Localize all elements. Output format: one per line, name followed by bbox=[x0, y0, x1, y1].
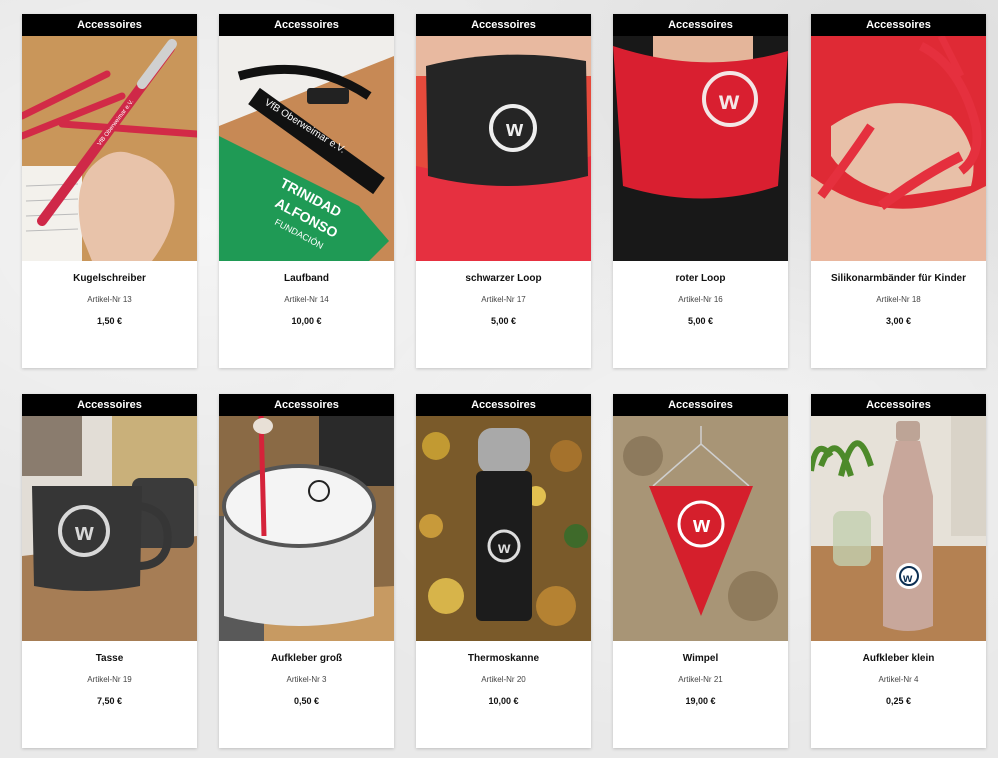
category-label: Accessoires bbox=[416, 14, 591, 36]
product-card-thermoskanne[interactable]: Accessoires w Thermoskanne Artikel-Nr 20… bbox=[416, 394, 591, 748]
product-grid: Accessoires VfB Oberweimar e.V. Kugelsch… bbox=[0, 0, 998, 758]
product-card-roter-loop[interactable]: Accessoires w roter Loop Artikel-Nr 16 5… bbox=[613, 14, 788, 368]
mug-photo[interactable]: w bbox=[22, 416, 197, 641]
category-label: Accessoires bbox=[219, 394, 394, 416]
black-loop-photo[interactable]: w bbox=[416, 36, 591, 261]
article-number: Artikel-Nr 4 bbox=[878, 675, 919, 684]
category-label: Accessoires bbox=[811, 394, 986, 416]
category-label: Accessoires bbox=[613, 394, 788, 416]
product-card-aufkleber-klein[interactable]: Accessoires w Aufkleber klein Artikel-Nr… bbox=[811, 394, 986, 748]
product-price: 3,00 € bbox=[885, 316, 912, 326]
product-name: Thermoskanne bbox=[467, 653, 540, 664]
svg-text:w: w bbox=[692, 512, 711, 537]
product-name: Tasse bbox=[95, 653, 124, 664]
product-price: 7,50 € bbox=[96, 696, 123, 706]
product-name: Silikonarmbänder für Kinder bbox=[830, 273, 967, 284]
red-loop-photo[interactable]: w bbox=[613, 36, 788, 261]
category-label: Accessoires bbox=[613, 14, 788, 36]
article-number: Artikel-Nr 17 bbox=[481, 295, 526, 304]
product-price: 0,50 € bbox=[293, 696, 320, 706]
category-label: Accessoires bbox=[416, 394, 591, 416]
wristband-photo[interactable] bbox=[811, 36, 986, 261]
category-label: Accessoires bbox=[22, 394, 197, 416]
lanyard-photo[interactable]: VfB Oberweimar e.V. TRINIDAD ALFONSO FUN… bbox=[219, 36, 394, 261]
product-name: Aufkleber klein bbox=[862, 653, 935, 664]
product-price: 0,25 € bbox=[885, 696, 912, 706]
product-name: Aufkleber groß bbox=[270, 653, 343, 664]
product-price: 5,00 € bbox=[490, 316, 517, 326]
svg-text:w: w bbox=[505, 116, 524, 141]
pen-photo[interactable]: VfB Oberweimar e.V. bbox=[22, 36, 197, 261]
article-number: Artikel-Nr 13 bbox=[87, 295, 132, 304]
product-card-schwarzer-loop[interactable]: Accessoires w schwarzer Loop Artikel-Nr … bbox=[416, 14, 591, 368]
product-price: 1,50 € bbox=[96, 316, 123, 326]
article-number: Artikel-Nr 3 bbox=[286, 675, 327, 684]
thermos-photo[interactable]: w bbox=[416, 416, 591, 641]
pennant-photo[interactable]: w bbox=[613, 416, 788, 641]
product-name: roter Loop bbox=[675, 273, 726, 284]
product-card-wimpel[interactable]: Accessoires w Wimpel Artikel-Nr 21 19,00… bbox=[613, 394, 788, 748]
article-number: Artikel-Nr 16 bbox=[678, 295, 723, 304]
product-price: 5,00 € bbox=[687, 316, 714, 326]
product-card-tasse[interactable]: Accessoires w Tasse Artikel-Nr 19 7,50 € bbox=[22, 394, 197, 748]
svg-text:w: w bbox=[902, 571, 913, 585]
article-number: Artikel-Nr 20 bbox=[481, 675, 526, 684]
article-number: Artikel-Nr 14 bbox=[284, 295, 329, 304]
article-number: Artikel-Nr 21 bbox=[678, 675, 723, 684]
svg-text:w: w bbox=[74, 519, 94, 546]
product-card-silikonarmbaender[interactable]: Accessoires Silikonarmbänder für Kinder … bbox=[811, 14, 986, 368]
svg-text:w: w bbox=[718, 85, 740, 115]
product-card-laufband[interactable]: Accessoires VfB Oberweimar e.V. TRINIDAD… bbox=[219, 14, 394, 368]
article-number: Artikel-Nr 19 bbox=[87, 675, 132, 684]
category-label: Accessoires bbox=[22, 14, 197, 36]
product-name: schwarzer Loop bbox=[465, 273, 542, 284]
svg-text:w: w bbox=[497, 540, 511, 557]
drum-sticker-photo[interactable] bbox=[219, 416, 394, 641]
product-name: Kugelschreiber bbox=[73, 273, 146, 284]
product-card-aufkleber-gross[interactable]: Accessoires Aufkleber groß Artikel-Nr 3 … bbox=[219, 394, 394, 748]
product-price: 10,00 € bbox=[488, 696, 519, 706]
product-price: 19,00 € bbox=[685, 696, 716, 706]
category-label: Accessoires bbox=[219, 14, 394, 36]
product-name: Laufband bbox=[284, 273, 329, 284]
article-number: Artikel-Nr 18 bbox=[876, 295, 921, 304]
bottle-sticker-photo[interactable]: w bbox=[811, 416, 986, 641]
category-label: Accessoires bbox=[811, 14, 986, 36]
product-name: Wimpel bbox=[682, 653, 719, 664]
product-card-kugelschreiber[interactable]: Accessoires VfB Oberweimar e.V. Kugelsch… bbox=[22, 14, 197, 368]
product-price: 10,00 € bbox=[291, 316, 322, 326]
